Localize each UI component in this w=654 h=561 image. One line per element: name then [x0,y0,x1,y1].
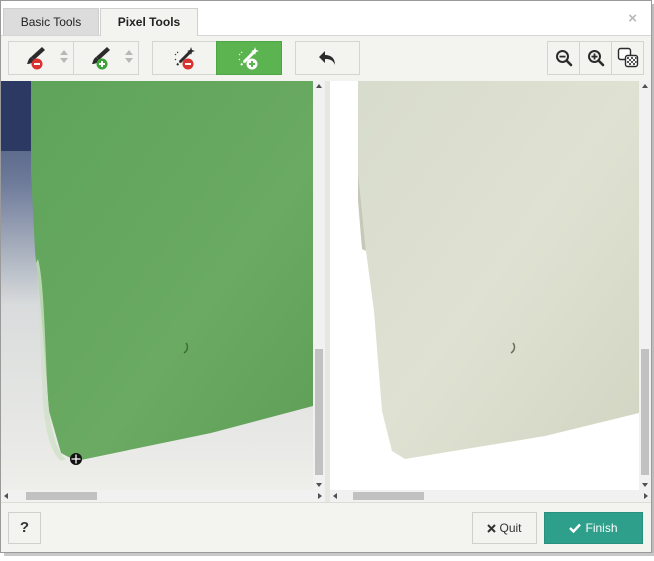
scroll-down-icon[interactable] [642,483,648,487]
quit-label: Quit [499,521,522,535]
brush-minus-icon [27,47,45,70]
scroll-thumb[interactable] [353,492,424,500]
edit-canvas[interactable] [1,81,325,502]
close-icon[interactable]: × [628,10,637,27]
tab-bar: Basic Tools Pixel Tools × [1,1,651,36]
zoom-in-icon [587,50,604,67]
toggle-background-icon [617,47,638,68]
scroll-down-icon[interactable] [316,483,322,487]
undo-icon [318,51,335,65]
cutout-preview-image [330,81,639,490]
scroll-thumb[interactable] [315,349,323,475]
zoom-in-button[interactable] [579,41,612,75]
scroll-right-icon[interactable] [318,493,322,499]
crosshair-cursor-icon [70,453,82,465]
scroll-left-icon[interactable] [4,493,8,499]
finish-label: Finish [585,521,618,535]
finish-button[interactable]: Finish [544,512,643,544]
scroll-up-icon[interactable] [642,84,648,88]
scroll-right-icon[interactable] [644,493,648,499]
magic-wand-minus-icon [173,47,195,70]
brush-add-button[interactable] [73,41,139,75]
right-vertical-scrollbar[interactable] [639,81,651,490]
tab-pixel-tools[interactable]: Pixel Tools [100,8,198,36]
wand-add-button[interactable] [216,41,282,75]
zoom-out-button[interactable] [547,41,580,75]
toolbar [1,36,651,81]
help-button[interactable]: ? [8,512,41,544]
wand-remove-button[interactable] [152,41,217,75]
tab-basic-tools[interactable]: Basic Tools [3,8,99,35]
mask-overlay-image [1,81,313,490]
footer: ? Quit Finish [1,502,651,552]
dialog-shadow [4,553,654,556]
scroll-thumb[interactable] [641,349,649,475]
preview-canvas [330,81,651,502]
zoom-out-icon [555,50,572,67]
pixel-tools-dialog: Basic Tools Pixel Tools × ? Quit Finish [0,0,652,553]
size-stepper-icon[interactable] [60,50,68,66]
scroll-left-icon[interactable] [333,493,337,499]
scroll-thumb[interactable] [26,492,97,500]
brush-remove-button[interactable] [8,41,74,75]
left-vertical-scrollbar[interactable] [313,81,325,490]
undo-button[interactable] [295,41,360,75]
close-icon [487,523,497,533]
toggle-view-button[interactable] [611,41,644,75]
magic-wand-plus-icon [237,47,259,70]
brush-plus-icon [92,47,110,70]
left-horizontal-scrollbar[interactable] [1,490,325,502]
right-horizontal-scrollbar[interactable] [330,490,651,502]
quit-button[interactable]: Quit [472,512,537,544]
checkmark-icon [569,523,582,533]
size-stepper-icon[interactable] [125,50,133,66]
scroll-up-icon[interactable] [316,84,322,88]
